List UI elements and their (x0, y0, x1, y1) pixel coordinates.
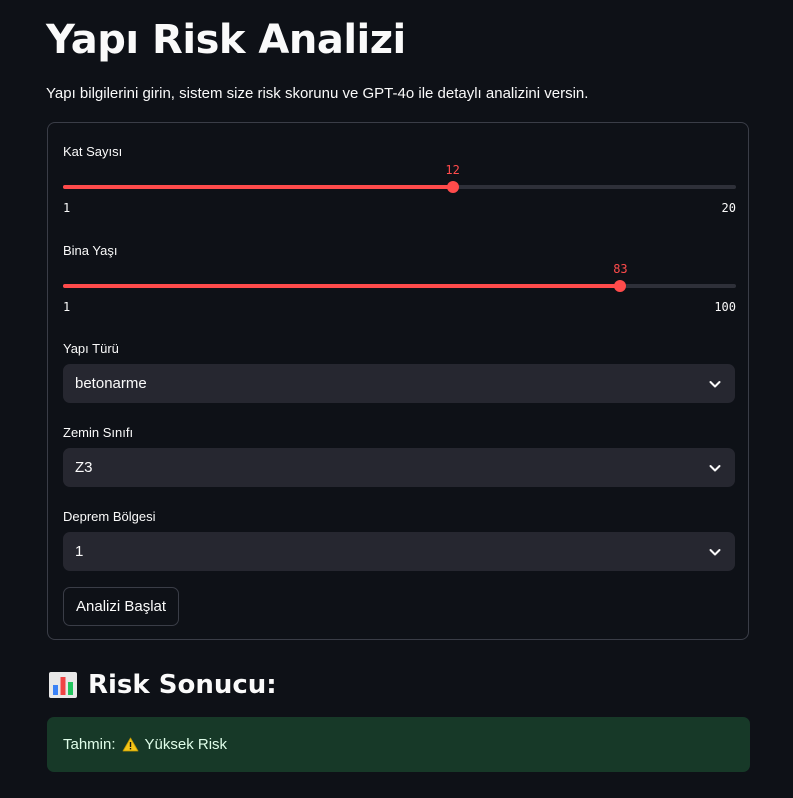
deprem-bolgesi-select[interactable]: 1 (63, 532, 735, 571)
slider-thumb[interactable] (446, 181, 459, 193)
app-page: Yapı Risk Analizi Yapı bilgilerini girin… (0, 0, 793, 798)
analyze-button[interactable]: Analizi Başlat (63, 587, 180, 626)
slider-value: 83 (613, 262, 628, 276)
risk-form: Kat Sayısı 12 1 20 Bina Yaşı 83 1 100 Ya… (47, 122, 749, 640)
warning-icon (122, 737, 138, 752)
result-prefix: Tahmin: (63, 736, 116, 753)
kat-sayisi-slider[interactable]: 12 1 20 (63, 163, 736, 215)
result-heading: Risk Sonucu: (48, 668, 277, 702)
page-title: Yapı Risk Analizi (46, 17, 406, 63)
page-subtitle: Yapı bilgilerini girin, sistem size risk… (46, 85, 589, 102)
slider-min: 1 (63, 201, 71, 215)
chevron-down-icon[interactable] (708, 461, 722, 475)
yapi-turu-value: betonarme (75, 375, 147, 392)
slider-fill (63, 185, 453, 189)
deprem-bolgesi-value: 1 (75, 543, 84, 560)
slider-min: 1 (63, 300, 71, 314)
zemin-sinifi-label: Zemin Sınıfı (63, 425, 134, 440)
result-value: Yüksek Risk (144, 736, 228, 753)
slider-fill (63, 284, 621, 288)
slider-max: 20 (721, 201, 736, 215)
bina-yasi-label: Bina Yaşı (63, 243, 118, 258)
chevron-down-icon[interactable] (708, 545, 722, 559)
yapi-turu-select[interactable]: betonarme (63, 364, 735, 403)
slider-max: 100 (714, 300, 736, 314)
slider-value: 12 (445, 163, 460, 177)
deprem-bolgesi-label: Deprem Bölgesi (63, 509, 156, 524)
yapi-turu-label: Yapı Türü (63, 341, 119, 356)
kat-sayisi-label: Kat Sayısı (63, 144, 123, 159)
chevron-down-icon[interactable] (708, 377, 722, 391)
result-heading-text: Risk Sonucu: (88, 670, 277, 700)
result-alert: Tahmin: Yüksek Risk (47, 717, 750, 772)
bina-yasi-slider[interactable]: 83 1 100 (63, 262, 736, 314)
slider-thumb[interactable] (614, 280, 627, 292)
bar-chart-icon (49, 672, 77, 698)
zemin-sinifi-value: Z3 (75, 459, 93, 476)
zemin-sinifi-select[interactable]: Z3 (63, 448, 735, 487)
